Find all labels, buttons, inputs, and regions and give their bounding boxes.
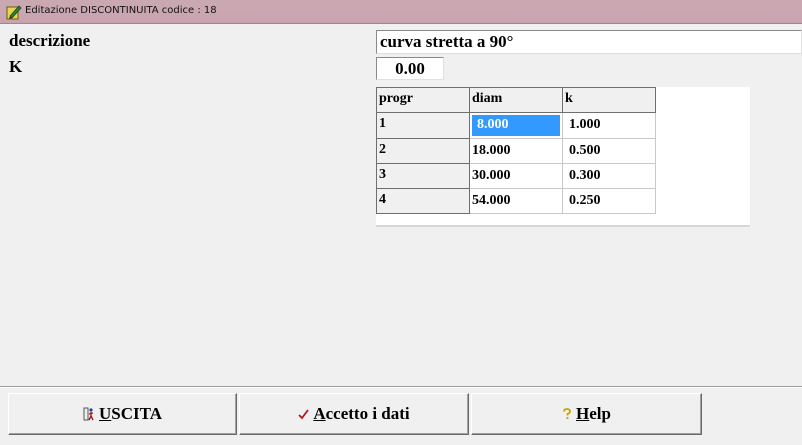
table-row: 4 54.000 0.250 xyxy=(376,188,656,214)
uscita-label: USCITA xyxy=(99,404,162,423)
help-button[interactable]: Help xyxy=(471,393,702,435)
window-title: Editazione DISCONTINUITA codice : 18 xyxy=(25,5,217,16)
app-icon xyxy=(6,5,22,20)
checkmark-icon xyxy=(298,408,310,419)
column-header-diam[interactable]: diam xyxy=(469,87,563,113)
selected-cell-value: 8.000 xyxy=(472,115,560,136)
table-header-row: progr diam k xyxy=(376,87,656,113)
grid-cell[interactable]: 1.000 xyxy=(562,112,656,139)
descrizione-label: descrizione xyxy=(9,31,91,50)
column-header-progr[interactable]: progr xyxy=(376,87,470,113)
exit-person-icon xyxy=(83,407,94,421)
accetto-button[interactable]: Accetto i dati xyxy=(239,393,469,435)
grid-cell[interactable]: 54.000 xyxy=(469,188,563,214)
descrizione-input[interactable] xyxy=(376,30,802,54)
grid-cell[interactable]: 0.500 xyxy=(562,138,656,164)
row-header[interactable]: 4 xyxy=(376,188,470,214)
help-label: Help xyxy=(576,404,611,423)
discontinuity-grid[interactable]: progr diam k 1 8.000 1.000 2 18.000 0.50… xyxy=(376,87,750,227)
k-label: K xyxy=(9,57,23,76)
table-row: 3 30.000 0.300 xyxy=(376,163,656,189)
grid-cell[interactable]: 30.000 xyxy=(469,163,563,189)
row-header[interactable]: 3 xyxy=(376,163,470,189)
row-header[interactable]: 2 xyxy=(376,138,470,164)
grid-cell[interactable]: 18.000 xyxy=(469,138,563,164)
uscita-button[interactable]: USCITA xyxy=(8,393,237,435)
button-bar-separator xyxy=(0,386,802,388)
column-header-k[interactable]: k xyxy=(562,87,656,113)
table-row: 2 18.000 0.500 xyxy=(376,138,656,164)
k-input[interactable] xyxy=(376,57,444,80)
grid-cell[interactable]: 0.250 xyxy=(562,188,656,214)
accetto-label: Accetto i dati xyxy=(313,404,410,423)
row-header[interactable]: 1 xyxy=(376,112,470,139)
grid-cell[interactable]: 0.300 xyxy=(562,163,656,189)
data-table: progr diam k 1 8.000 1.000 2 18.000 0.50… xyxy=(376,87,656,214)
title-bar[interactable]: Editazione DISCONTINUITA codice : 18 xyxy=(0,0,802,24)
grid-cell-selected[interactable]: 8.000 xyxy=(469,112,563,139)
table-row: 1 8.000 1.000 xyxy=(376,112,656,139)
question-icon xyxy=(563,408,571,420)
